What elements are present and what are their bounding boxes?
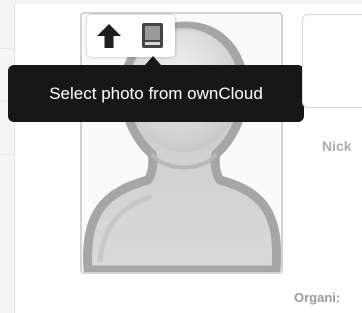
name-field-card[interactable] — [302, 14, 362, 108]
organization-label: Organi: — [294, 290, 341, 305]
select-from-owncloud-button[interactable] — [139, 23, 167, 49]
owncloud-folder-icon — [142, 23, 163, 48]
tooltip-arrow — [145, 56, 161, 65]
sidebar-panel — [0, 0, 15, 313]
sidebar-divider — [0, 48, 14, 49]
sidebar-divider — [0, 154, 14, 155]
nickname-label: Nick — [322, 138, 352, 154]
tooltip: Select photo from ownCloud — [8, 65, 304, 122]
top-bar — [14, 0, 362, 4]
photo-action-toolbar — [87, 15, 175, 57]
upload-arrow-icon — [97, 24, 121, 48]
upload-photo-button[interactable] — [95, 23, 123, 49]
